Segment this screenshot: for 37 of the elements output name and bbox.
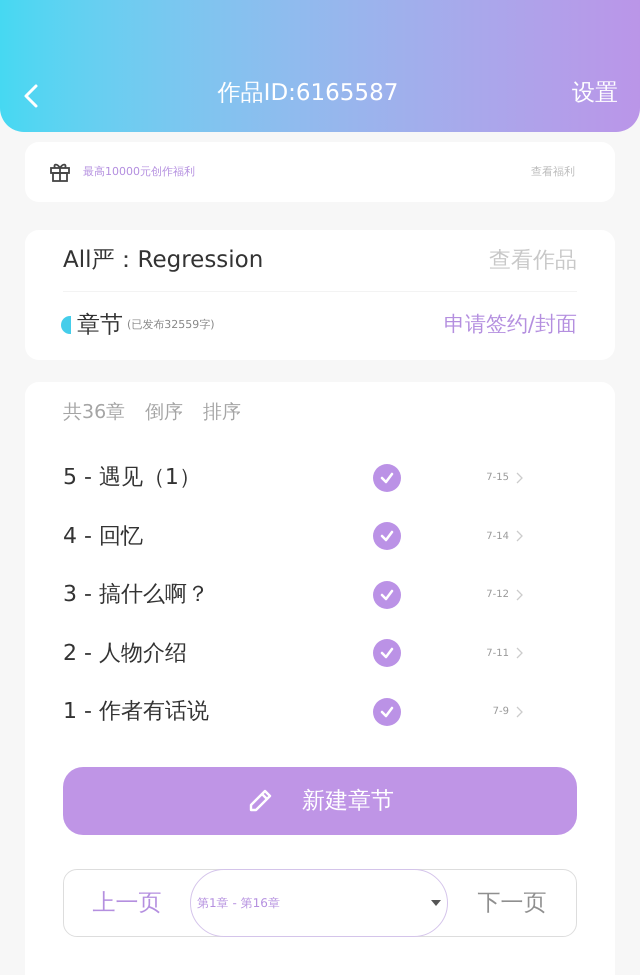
chapter-title: 2 - 人物介绍 <box>63 640 188 668</box>
chevron-right-icon <box>515 472 523 484</box>
published-count: (已发布32559字) <box>127 316 215 333</box>
chapter-date: 7-15 <box>485 471 509 486</box>
chevron-right-icon <box>515 588 523 601</box>
chapter-count: 共36章 <box>63 400 126 425</box>
chevron-right-icon <box>515 530 523 542</box>
apply-contract-link[interactable]: 申请签约/封面 <box>444 309 577 341</box>
promo-text: 最高10000元创作福利 <box>83 164 195 180</box>
page-title: 作品ID:6165587 <box>218 78 398 108</box>
section-title: 章节 <box>77 310 123 340</box>
chapter-title: 4 - 回忆 <box>63 522 144 551</box>
work-title: All严：Regression <box>63 246 264 276</box>
chapter-date: 7-9 <box>492 705 509 720</box>
chapter-title: 3 - 搞什么啊？ <box>63 581 210 610</box>
chapter-title: 5 - 遇见（1） <box>63 464 202 492</box>
new-chapter-button[interactable]: 新建章节 <box>63 767 577 835</box>
chapter-date: 7-12 <box>485 588 509 602</box>
section-marker-icon <box>61 316 71 334</box>
chapter-row[interactable]: 2 - 人物介绍 7-11 <box>63 624 577 682</box>
chapter-range-select[interactable]: 第1章 - 第16章 <box>190 869 448 937</box>
chapter-row[interactable]: 1 - 作者有话说 7-9 <box>63 682 577 741</box>
settings-button[interactable]: 设置 <box>572 76 618 110</box>
previous-page-button[interactable]: 上一页 <box>64 886 190 920</box>
view-benefits-link[interactable]: 查看福利 <box>531 164 575 180</box>
chapter-row[interactable]: 3 - 搞什么啊？ 7-12 <box>63 566 577 624</box>
chevron-right-icon <box>515 647 523 660</box>
reverse-order-button[interactable]: 倒序 <box>145 398 184 426</box>
chapter-date: 7-11 <box>485 646 509 661</box>
sort-button[interactable]: 排序 <box>203 398 242 426</box>
gift-icon <box>49 161 71 183</box>
chevron-right-icon <box>515 706 523 718</box>
chapter-row[interactable]: 4 - 回忆 7-14 <box>63 507 577 566</box>
chapter-date: 7-14 <box>485 530 509 544</box>
dropdown-arrow-icon <box>431 900 441 906</box>
chapter-row[interactable]: 5 - 遇见（1） 7-15 <box>63 448 577 507</box>
chapter-title: 1 - 作者有话说 <box>63 698 210 726</box>
